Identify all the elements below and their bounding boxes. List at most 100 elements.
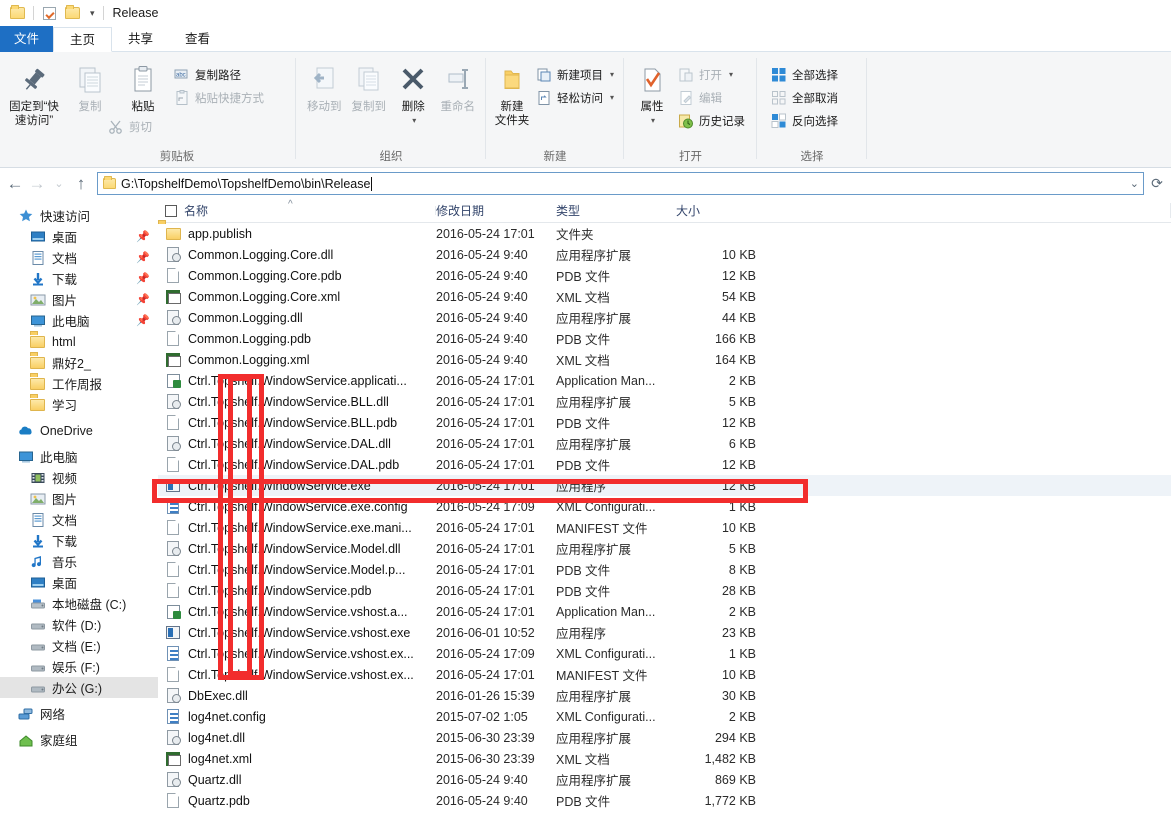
nav-item-downloads[interactable]: 下载 — [0, 530, 158, 551]
tab-home[interactable]: 主页 — [53, 27, 113, 52]
invert-selection-button[interactable]: 反向选择 — [767, 110, 842, 131]
file-row[interactable]: Ctrl.Topshelf.WindowService.vshost.a... 2… — [158, 601, 1171, 622]
file-row[interactable]: Ctrl.Topshelf.WindowService.applicati...… — [158, 370, 1171, 391]
file-row[interactable]: Ctrl.Topshelf.WindowService.exe.config 20… — [158, 496, 1171, 517]
back-button[interactable]: ← — [4, 174, 26, 194]
tab-file[interactable]: 文件 — [0, 26, 54, 52]
nav-item-drive-e[interactable]: 文档 (E:) — [0, 635, 158, 656]
file-row[interactable]: Ctrl.Topshelf.WindowService.DAL.pdb 2016-… — [158, 454, 1171, 475]
nav-item-pictures-qa[interactable]: 图片 📌 — [0, 289, 158, 310]
delete-caret-icon[interactable]: ▾ — [412, 114, 416, 128]
qat-dropdown-caret-icon[interactable]: ▾ — [90, 8, 95, 19]
nav-item-videos[interactable]: 视频 — [0, 467, 158, 488]
properties-check-icon[interactable] — [41, 5, 57, 21]
nav-header-homegroup[interactable]: 家庭组 — [0, 729, 158, 750]
rename-button[interactable]: 重命名 — [436, 58, 481, 114]
file-row[interactable]: Common.Logging.xml 2016-05-24 9:40 XML 文档 1… — [158, 349, 1171, 370]
file-row[interactable]: Ctrl.Topshelf.WindowService.BLL.pdb 2016-… — [158, 412, 1171, 433]
pin-icon[interactable]: 📌 — [136, 314, 150, 327]
file-row[interactable]: Ctrl.Topshelf.WindowService.Model.p... 20… — [158, 559, 1171, 580]
nav-item-weekly-report[interactable]: 工作周报 — [0, 373, 158, 394]
tab-view[interactable]: 查看 — [169, 27, 226, 52]
nav-item-documents[interactable]: 文档 — [0, 509, 158, 530]
file-row[interactable]: Common.Logging.pdb 2016-05-24 9:40 PDB 文件 1… — [158, 328, 1171, 349]
file-row[interactable]: Ctrl.Topshelf.WindowService.vshost.ex...… — [158, 643, 1171, 664]
nav-item-html[interactable]: html — [0, 331, 158, 352]
copy-to-button[interactable]: 复制到 — [347, 58, 392, 114]
file-row[interactable]: Ctrl.Topshelf.WindowService.DAL.dll 2016-… — [158, 433, 1171, 454]
quick-access-folder-icon[interactable] — [10, 5, 26, 21]
file-row[interactable]: Ctrl.Topshelf.WindowService.BLL.dll 2016-… — [158, 391, 1171, 412]
copy-path-button[interactable]: abc 复制路径 — [170, 64, 268, 85]
column-header-size[interactable]: 大小 — [676, 202, 1171, 219]
select-all-button[interactable]: 全部选择 — [767, 64, 842, 85]
column-header-name[interactable]: 名称 ^ — [184, 199, 436, 219]
nav-item-drive-f[interactable]: 娱乐 (F:) — [0, 656, 158, 677]
file-row[interactable]: Quartz.pdb 2016-05-24 9:40 PDB 文件 1,772 KB — [158, 790, 1171, 811]
file-row[interactable]: Common.Logging.Core.pdb 2016-05-24 9:40 PD… — [158, 265, 1171, 286]
address-input[interactable]: G:\TopshelfDemo\TopshelfDemo\bin\Release… — [97, 172, 1144, 195]
file-row[interactable]: Common.Logging.Core.dll 2016-05-24 9:40 应用… — [158, 244, 1171, 265]
pin-icon[interactable]: 📌 — [136, 272, 150, 285]
column-divider-1[interactable] — [435, 206, 436, 215]
nav-header-this-pc[interactable]: 此电脑 — [0, 446, 158, 467]
nav-item-this-pc-qa[interactable]: 此电脑 📌 — [0, 310, 158, 331]
nav-item-documents-qa[interactable]: 文档 📌 — [0, 247, 158, 268]
file-row[interactable]: log4net.dll 2015-06-30 23:39 应用程序扩展 294 KB — [158, 727, 1171, 748]
nav-item-desktop-qa[interactable]: 桌面 📌 — [0, 226, 158, 247]
nav-item-desktop[interactable]: 桌面 — [0, 572, 158, 593]
nav-item-music[interactable]: 音乐 — [0, 551, 158, 572]
open-button[interactable]: 打开 ▾ — [674, 64, 749, 85]
nav-header-onedrive[interactable]: OneDrive — [0, 420, 158, 441]
nav-header-quick-access[interactable]: 快速访问 — [0, 205, 158, 226]
nav-item-drive-d[interactable]: 软件 (D:) — [0, 614, 158, 635]
pin-icon[interactable]: 📌 — [136, 293, 150, 306]
file-row[interactable]: app.publish 2016-05-24 17:01 文件夹 — [158, 223, 1171, 244]
open-caret-icon[interactable]: ▾ — [729, 70, 733, 79]
nav-header-network[interactable]: 网络 — [0, 703, 158, 724]
delete-button[interactable]: 删除 ▾ — [391, 58, 436, 128]
move-to-button[interactable]: 移动到 — [302, 58, 347, 114]
easy-access-button[interactable]: 轻松访问 ▾ — [532, 87, 618, 108]
paste-shortcut-button[interactable]: 粘贴快捷方式 — [170, 87, 268, 108]
tab-share[interactable]: 共享 — [112, 27, 169, 52]
nav-item-pictures[interactable]: 图片 — [0, 488, 158, 509]
properties-caret-icon[interactable]: ▾ — [651, 114, 655, 128]
file-row[interactable]: log4net.xml 2015-06-30 23:39 XML 文档 1,482 K… — [158, 748, 1171, 769]
pin-to-quick-access-button[interactable]: 固定到“快 速访问” — [6, 58, 62, 128]
edit-button[interactable]: 编辑 — [674, 87, 749, 108]
file-row[interactable]: Ctrl.Topshelf.WindowService.exe.mani... 2… — [158, 517, 1171, 538]
pin-icon[interactable]: 📌 — [136, 251, 150, 264]
refresh-button[interactable]: ⟳ — [1147, 175, 1167, 192]
easy-access-caret-icon[interactable]: ▾ — [610, 93, 614, 102]
recent-locations-button[interactable]: ⌄ — [48, 177, 70, 190]
pin-icon[interactable]: 📌 — [136, 230, 150, 243]
new-item-button[interactable]: 新建项目 ▾ — [532, 64, 618, 85]
nav-item-drive-g[interactable]: 办公 (G:) — [0, 677, 158, 698]
copy-button[interactable]: 复制 — [62, 58, 118, 114]
nav-item-study[interactable]: 学习 — [0, 394, 158, 415]
history-button[interactable]: 历史记录 — [674, 110, 749, 131]
file-row[interactable]: DbExec.dll 2016-01-26 15:39 应用程序扩展 30 KB — [158, 685, 1171, 706]
file-row[interactable]: Ctrl.Topshelf.WindowService.exe 2016-05-2… — [158, 475, 1171, 496]
new-folder-icon[interactable] — [65, 5, 81, 21]
new-folder-button[interactable]: 新建 文件夹 — [492, 58, 532, 128]
column-header-type[interactable]: 类型 — [556, 202, 1171, 219]
column-header-date[interactable]: 修改日期 — [436, 202, 1171, 219]
select-all-checkbox[interactable] — [158, 204, 184, 217]
cut-button[interactable]: 剪切 — [104, 116, 156, 137]
file-row[interactable]: Ctrl.Topshelf.WindowService.Model.dll 201… — [158, 538, 1171, 559]
paste-button[interactable]: 粘贴 — [118, 58, 168, 114]
file-row[interactable]: Quartz.dll 2016-05-24 9:40 应用程序扩展 869 KB — [158, 769, 1171, 790]
new-item-caret-icon[interactable]: ▾ — [610, 70, 614, 79]
file-row[interactable]: Ctrl.Topshelf.WindowService.vshost.exe 20… — [158, 622, 1171, 643]
forward-button[interactable]: → — [26, 174, 48, 194]
file-row[interactable]: Ctrl.Topshelf.WindowService.pdb 2016-05-2… — [158, 580, 1171, 601]
file-row[interactable]: Common.Logging.dll 2016-05-24 9:40 应用程序扩展 4… — [158, 307, 1171, 328]
nav-item-downloads-qa[interactable]: 下载 📌 — [0, 268, 158, 289]
file-row[interactable]: log4net.config 2015-07-02 1:05 XML Configu… — [158, 706, 1171, 727]
nav-item-drive-c[interactable]: 本地磁盘 (C:) — [0, 593, 158, 614]
address-dropdown-caret-icon[interactable]: ⌄ — [1130, 173, 1139, 194]
up-button[interactable]: ↑ — [70, 174, 92, 194]
select-none-button[interactable]: 全部取消 — [767, 87, 842, 108]
